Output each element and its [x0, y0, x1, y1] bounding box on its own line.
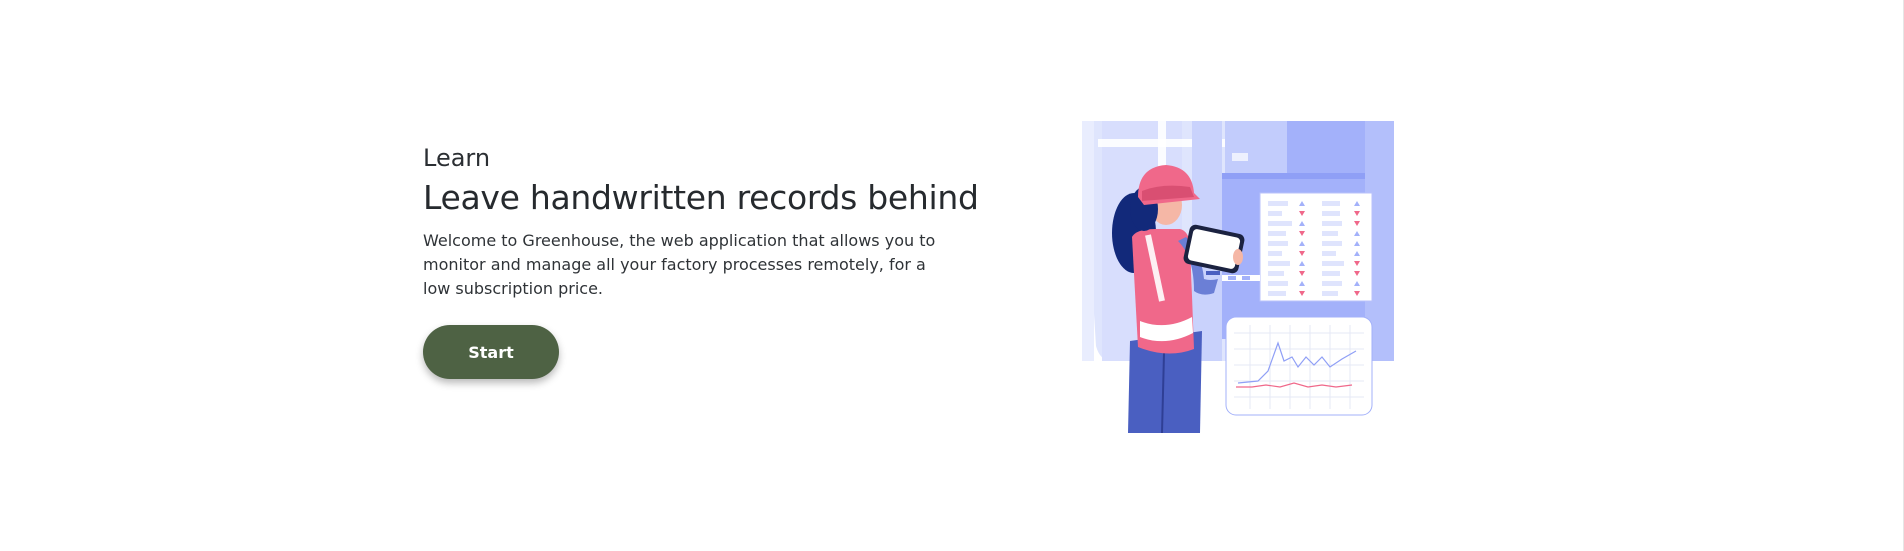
hero-description: Welcome to Greenhouse, the web applicati…	[423, 231, 936, 298]
line-chart-panel	[1225, 316, 1373, 416]
factory-worker-illustration	[1082, 121, 1402, 434]
hero-headline: Leave handwritten records behind	[423, 178, 979, 217]
hero-eyebrow: Learn	[423, 144, 491, 172]
landing-page: Learn Leave handwritten records behind W…	[0, 0, 1904, 551]
start-button[interactable]: Start	[423, 325, 559, 379]
hero-section: Learn Leave handwritten records behind W…	[423, 143, 979, 379]
